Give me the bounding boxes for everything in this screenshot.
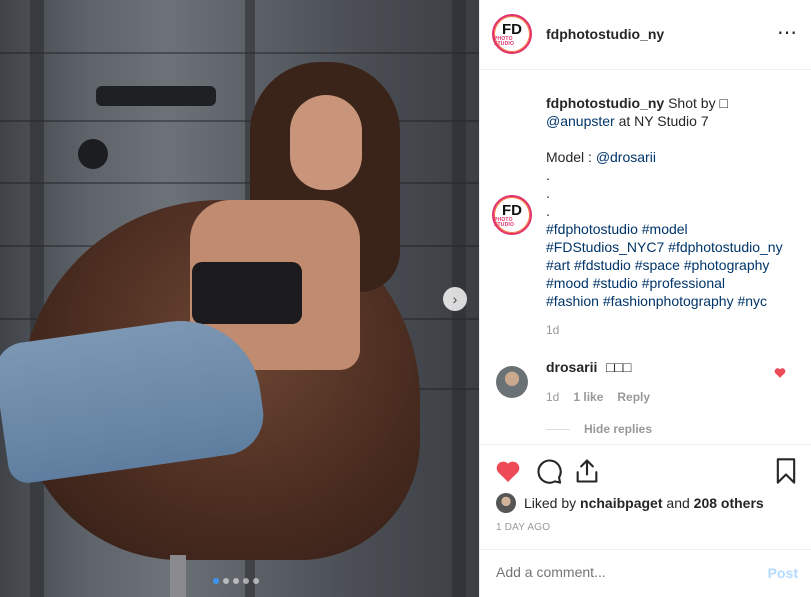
profile-avatar[interactable]: FD PHOTO STUDIO: [492, 14, 532, 54]
liked-by-avatar[interactable]: [496, 493, 516, 513]
liked-by-and: and: [666, 495, 690, 511]
wood-plank-line: [0, 120, 479, 122]
caption-timestamp: 1d: [546, 323, 560, 337]
post-timestamp[interactable]: 1 DAY AGO: [496, 522, 550, 533]
reply-likes-count[interactable]: 1 like: [573, 390, 603, 404]
reply-avatar[interactable]: [496, 366, 528, 398]
avatar-logo-text: FD: [502, 201, 522, 219]
post-actions: Liked by nchaibpaget and 208 others 1 DA…: [480, 444, 811, 549]
post-photo[interactable]: ›: [0, 0, 479, 597]
reply-username[interactable]: drosarii: [546, 359, 597, 375]
caption-model-label: Model :: [546, 149, 592, 165]
reply-button[interactable]: Reply: [617, 390, 650, 404]
reply-timestamp: 1d: [546, 390, 560, 404]
liked-by-prefix: Liked by: [524, 495, 577, 511]
hashtags-line[interactable]: #fashion #fashionphotography #nyc: [546, 292, 796, 310]
hashtags-line[interactable]: #mood #studio #professional: [546, 274, 796, 292]
liked-by-others[interactable]: 208 others: [694, 495, 764, 511]
hide-replies-label: Hide replies: [584, 422, 653, 436]
door-handle: [96, 86, 216, 106]
liked-by-user[interactable]: nchaibpaget: [580, 495, 662, 511]
carousel-dot: [243, 578, 249, 584]
wood-beam: [30, 0, 44, 597]
chevron-right-icon: ›: [452, 291, 458, 307]
carousel-dot-active: [213, 578, 219, 584]
hashtags-line[interactable]: #fdphotostudio #model: [546, 220, 796, 238]
comment-icon[interactable]: [535, 457, 563, 485]
liked-by-row: Liked by nchaibpaget and 208 others: [496, 493, 764, 513]
carousel-dot: [253, 578, 259, 584]
post-caption: fdphotostudio_ny Shot by □ @anupster at …: [546, 94, 796, 310]
photographer-mention-link[interactable]: @anupster: [546, 113, 615, 129]
carousel-indicator: [213, 578, 259, 584]
caption-location: at NY Studio 7: [618, 113, 709, 129]
carousel-dot: [223, 578, 229, 584]
model-mention-link[interactable]: @drosarii: [596, 149, 656, 165]
caption-dot: .: [546, 185, 550, 201]
reply-meta: 1d 1 like Reply: [546, 390, 650, 404]
wood-plank-line: [0, 52, 479, 54]
share-icon[interactable]: [573, 457, 601, 485]
post-comment-button[interactable]: Post: [768, 565, 798, 581]
hide-replies-button[interactable]: Hide replies: [546, 422, 652, 436]
caption-dot: .: [546, 167, 550, 183]
model-face: [290, 95, 362, 190]
caption-shot-by: Shot by □: [668, 95, 728, 111]
bookmark-icon[interactable]: [772, 457, 800, 485]
wood-plank-line: [0, 182, 479, 184]
post-header: FD PHOTO STUDIO fdphotostudio_ny ⋯: [480, 0, 811, 70]
caption-avatar[interactable]: FD PHOTO STUDIO: [492, 195, 532, 235]
model-top: [192, 262, 302, 324]
comments-section[interactable]: FD PHOTO STUDIO fdphotostudio_ny Shot by…: [480, 71, 811, 444]
reply-text: □□□: [606, 359, 632, 375]
chair-leg: [170, 555, 186, 597]
avatar-logo-text: FD: [502, 20, 522, 38]
more-options-icon[interactable]: ⋯: [777, 20, 798, 45]
avatar-logo-subtext: PHOTO STUDIO: [494, 35, 515, 47]
replies-divider: [546, 428, 570, 430]
like-heart-icon[interactable]: [494, 457, 522, 485]
carousel-next-button[interactable]: ›: [443, 287, 467, 311]
instagram-post: › FD PHOTO STUDIO fdphotostudio_ny ⋯ FD …: [0, 0, 811, 597]
caption-dot: .: [546, 203, 550, 219]
hashtags-line[interactable]: #art #fdstudio #space #photography: [546, 256, 796, 274]
door-knob: [78, 139, 108, 169]
header-username[interactable]: fdphotostudio_ny: [546, 26, 664, 42]
carousel-dot: [233, 578, 239, 584]
post-sidebar: FD PHOTO STUDIO fdphotostudio_ny ⋯ FD PH…: [479, 0, 811, 597]
caption-username[interactable]: fdphotostudio_ny: [546, 95, 664, 111]
reply-heart-icon[interactable]: [774, 367, 786, 381]
avatar-logo-subtext: PHOTO STUDIO: [494, 216, 515, 228]
comment-input[interactable]: [496, 564, 746, 580]
add-comment-bar: Post: [480, 549, 811, 597]
hashtags-line[interactable]: #FDStudios_NYC7 #fdphotostudio_ny: [546, 238, 796, 256]
